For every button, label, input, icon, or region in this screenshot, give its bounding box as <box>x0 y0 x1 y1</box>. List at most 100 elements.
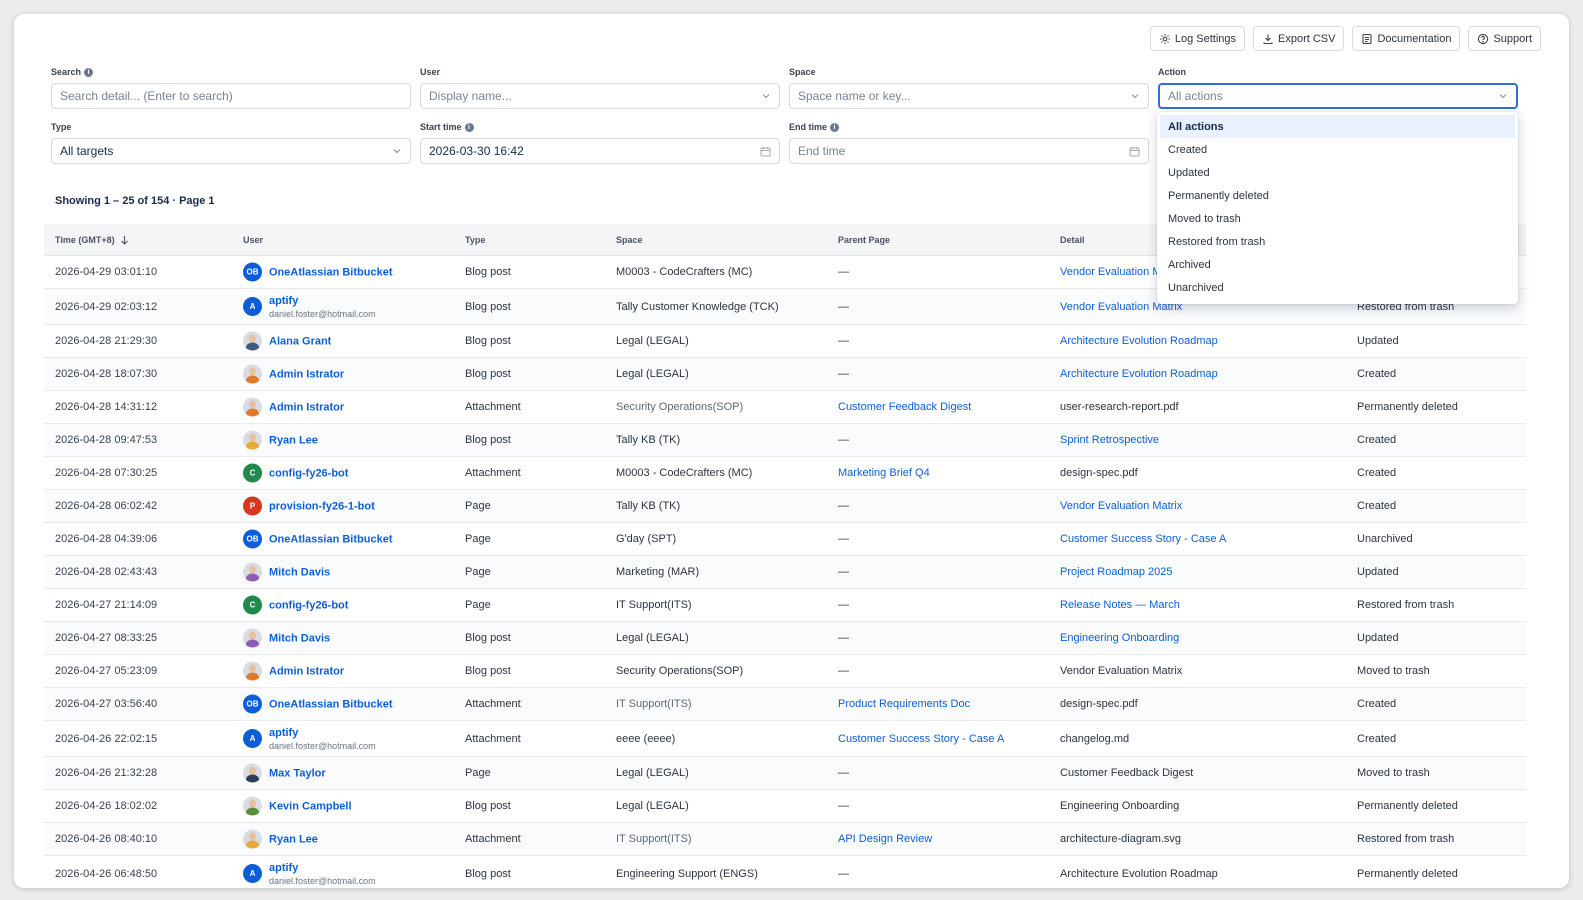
table-row: 2026-04-26 06:48:50 Aaptify daniel.foster@… <box>44 856 1526 888</box>
action-option[interactable]: Restored from trash <box>1160 230 1515 253</box>
avatar: OB <box>243 694 262 714</box>
table-row: 2026-04-26 21:32:28 Max Taylor Page Legal (… <box>44 757 1526 790</box>
detail-cell: changelog.md <box>1060 732 1130 745</box>
parent-page-cell[interactable]: Customer Feedback Digest <box>838 401 971 413</box>
parent-page-cell: — <box>838 266 849 278</box>
user-link[interactable]: Mitch Davis <box>269 632 330 644</box>
table-row: 2026-04-28 07:30:25 Cconfig-fy26-bot Attac… <box>44 457 1526 490</box>
documentation-button[interactable]: Documentation <box>1352 26 1461 51</box>
user-link[interactable]: Admin Istrator <box>269 368 344 380</box>
user-link[interactable]: Admin Istrator <box>269 665 344 677</box>
support-label: Support <box>1493 32 1532 45</box>
type-cell: Page <box>465 599 491 611</box>
detail-cell[interactable]: Customer Success Story - Case A <box>1060 533 1226 545</box>
time-cell: 2026-04-28 18:07:30 <box>55 368 158 380</box>
column-header-detail: Detail <box>1060 235 1085 245</box>
type-cell: Blog post <box>465 867 511 880</box>
space-cell: Engineering Support (ENGS) <box>616 867 758 880</box>
action-option[interactable]: Updated <box>1160 161 1515 184</box>
space-cell: G'day (SPT) <box>616 533 677 545</box>
action-filter-select[interactable]: All actions <box>1158 83 1518 109</box>
user-link[interactable]: Ryan Lee <box>269 434 318 446</box>
user-link[interactable]: config-fy26-bot <box>269 467 348 479</box>
calendar-icon[interactable] <box>760 146 771 157</box>
type-cell: Attachment <box>465 698 521 710</box>
parent-page-cell[interactable]: API Design Review <box>838 833 932 845</box>
space-filter-select[interactable]: Space name or key... <box>789 83 1149 109</box>
user-link[interactable]: config-fy26-bot <box>269 599 348 611</box>
avatar <box>243 562 262 582</box>
start-time-input[interactable]: 2026-03-30 16:42 <box>420 138 780 164</box>
detail-cell[interactable]: Project Roadmap 2025 <box>1060 566 1173 578</box>
log-settings-button[interactable]: Log Settings <box>1149 26 1245 51</box>
export-csv-button[interactable]: Export CSV <box>1253 26 1345 51</box>
user-cell: Pprovision-fy26-1-bot <box>243 496 375 516</box>
detail-cell: design-spec.pdf <box>1060 698 1138 710</box>
column-header-time[interactable]: Time (GMT+8) <box>55 235 129 245</box>
export-csv-label: Export CSV <box>1278 32 1336 45</box>
user-cell: Ryan Lee <box>243 829 318 849</box>
detail-cell[interactable]: Engineering Onboarding <box>1060 632 1179 644</box>
detail-cell[interactable]: Sprint Retrospective <box>1060 434 1159 446</box>
search-input[interactable]: Search detail... (Enter to search) <box>51 83 411 109</box>
user-filter-label: User <box>420 67 441 77</box>
space-cell: IT Support(ITS) <box>616 698 692 710</box>
type-cell: Blog post <box>465 335 511 347</box>
user-link[interactable]: Admin Istrator <box>269 401 344 413</box>
support-button[interactable]: Support <box>1468 26 1541 51</box>
user-link[interactable]: Mitch Davis <box>269 566 330 578</box>
space-cell: Legal (LEGAL) <box>616 800 689 812</box>
parent-page-cell[interactable]: Customer Success Story - Case A <box>838 733 1004 745</box>
parent-page-cell[interactable]: Product Requirements Doc <box>838 698 970 710</box>
user-link[interactable]: aptify <box>269 727 298 739</box>
type-cell: Attachment <box>465 467 521 479</box>
user-link[interactable]: OneAtlassian Bitbucket <box>269 533 392 545</box>
detail-cell[interactable]: Vendor Evaluation Matrix <box>1060 500 1182 512</box>
avatar <box>243 796 262 816</box>
type-cell: Blog post <box>465 266 511 278</box>
action-filter-label: Action <box>1158 67 1186 77</box>
table-row: 2026-04-27 21:14:09 Cconfig-fy26-bot Page I… <box>44 589 1526 622</box>
time-cell: 2026-04-28 06:02:42 <box>55 500 158 512</box>
user-link[interactable]: aptify <box>269 862 298 874</box>
user-link[interactable]: aptify <box>269 295 298 307</box>
parent-page-cell: — <box>838 500 849 512</box>
user-link[interactable]: Ryan Lee <box>269 833 318 845</box>
action-option[interactable]: All actions <box>1160 115 1515 138</box>
action-cell: Moved to trash <box>1357 767 1430 779</box>
table-row: 2026-04-27 08:33:25 Mitch Davis Blog post L… <box>44 622 1526 655</box>
detail-cell[interactable]: Architecture Evolution Roadmap <box>1060 368 1218 380</box>
user-link[interactable]: Kevin Campbell <box>269 800 352 812</box>
calendar-icon[interactable] <box>1129 146 1140 157</box>
type-filter-select[interactable]: All targets <box>51 138 411 164</box>
detail-cell[interactable]: Architecture Evolution Roadmap <box>1060 335 1218 347</box>
type-cell: Page <box>465 500 491 512</box>
parent-page-cell[interactable]: Marketing Brief Q4 <box>838 467 930 479</box>
user-link[interactable]: OneAtlassian Bitbucket <box>269 698 392 710</box>
type-cell: Page <box>465 767 491 779</box>
action-cell: Created <box>1357 368 1397 380</box>
user-email: daniel.foster@hotmail.com <box>269 740 376 751</box>
detail-cell[interactable]: Release Notes — March <box>1060 599 1180 611</box>
user-link[interactable]: Max Taylor <box>269 767 326 779</box>
user-link[interactable]: provision-fy26-1-bot <box>269 500 375 512</box>
table-row: 2026-04-28 09:47:53 Ryan Lee Blog post Tall… <box>44 424 1526 457</box>
search-label: Search i <box>51 67 94 77</box>
time-cell: 2026-04-28 09:47:53 <box>55 434 158 446</box>
time-cell: 2026-04-26 08:40:10 <box>55 833 158 845</box>
action-option[interactable]: Archived <box>1160 253 1515 276</box>
chevron-down-icon <box>762 94 770 99</box>
action-option[interactable]: Unarchived <box>1160 276 1515 299</box>
action-option[interactable]: Created <box>1160 138 1515 161</box>
action-option[interactable]: Moved to trash <box>1160 207 1515 230</box>
user-cell: Ryan Lee <box>243 430 318 450</box>
user-link[interactable]: Alana Grant <box>269 335 331 347</box>
end-time-input[interactable]: End time <box>789 138 1149 164</box>
user-link[interactable]: OneAtlassian Bitbucket <box>269 266 392 278</box>
user-filter-select[interactable]: Display name... <box>420 83 780 109</box>
type-filter-label: Type <box>51 122 72 132</box>
action-option[interactable]: Permanently deleted <box>1160 184 1515 207</box>
type-cell: Blog post <box>465 434 511 446</box>
space-cell: Tally Customer Knowledge (TCK) <box>616 300 779 313</box>
parent-page-cell: — <box>838 368 849 380</box>
